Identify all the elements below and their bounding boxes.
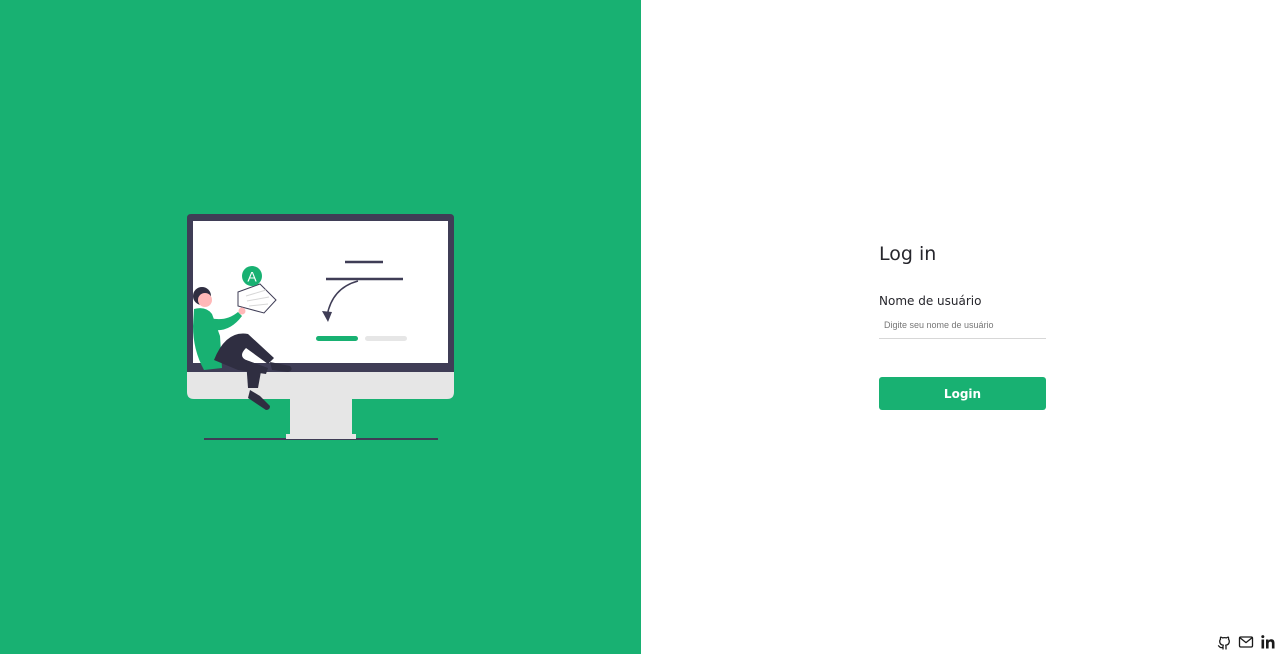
login-panel: Log in Nome de usuário Login xyxy=(641,0,1280,654)
hero-panel: A xyxy=(0,0,641,654)
login-button[interactable]: Login xyxy=(879,377,1046,410)
login-title: Log in xyxy=(879,243,937,265)
linkedin-icon[interactable] xyxy=(1260,634,1276,650)
username-input[interactable] xyxy=(879,311,1046,339)
github-icon[interactable] xyxy=(1216,634,1232,650)
username-label: Nome de usuário xyxy=(879,294,982,308)
computer-illustration: A xyxy=(187,214,454,440)
social-links xyxy=(1216,634,1276,650)
mail-icon[interactable] xyxy=(1238,634,1254,650)
badge-letter: A xyxy=(247,269,257,285)
login-form: Log in Nome de usuário Login xyxy=(879,240,1046,410)
